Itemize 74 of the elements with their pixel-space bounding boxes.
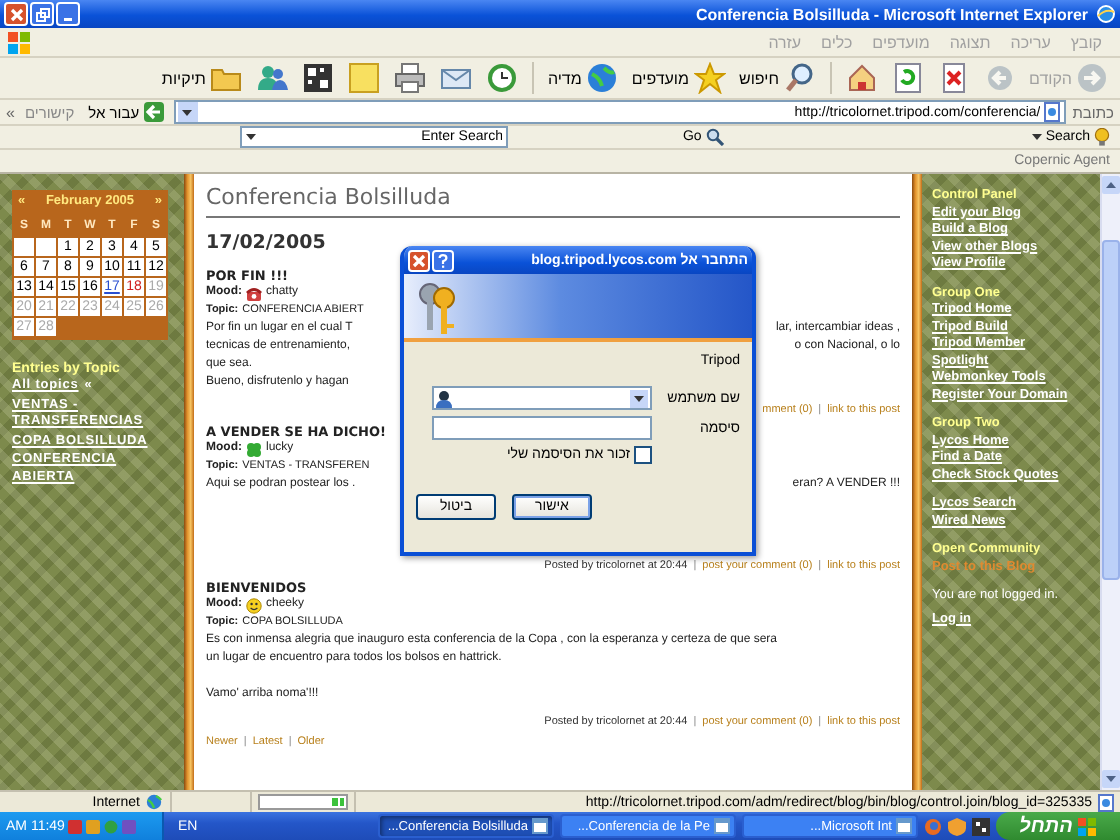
window-icon xyxy=(532,818,548,834)
home-icon xyxy=(845,62,877,94)
folders-button[interactable]: תיקיות xyxy=(157,60,246,96)
shield-icon[interactable] xyxy=(948,817,966,835)
help-button[interactable] xyxy=(432,249,454,271)
grid-icon[interactable] xyxy=(972,817,990,835)
window-title: Conferencia Bolsilluda - Microsoft Internet Explorer xyxy=(695,5,1088,23)
go-arrow-icon xyxy=(143,102,164,122)
grid-icon xyxy=(301,62,334,94)
refresh-icon xyxy=(891,62,923,94)
dropdown-button[interactable] xyxy=(630,389,648,407)
menu-item[interactable]: עריכה xyxy=(1000,33,1061,51)
blog-title: Conferencia Bolsilluda xyxy=(206,184,900,218)
phone-icon xyxy=(246,285,262,301)
scrollbar-thumb[interactable] xyxy=(1102,240,1120,580)
menu-item[interactable]: כלים xyxy=(811,33,863,51)
close-button[interactable] xyxy=(4,2,28,26)
minimize-button[interactable] xyxy=(56,2,80,26)
flag-icon xyxy=(1078,817,1097,835)
scroll-down-button[interactable] xyxy=(1102,770,1120,788)
print-button[interactable] xyxy=(389,60,430,96)
smiley-icon xyxy=(246,597,262,613)
restore-button[interactable] xyxy=(30,2,54,26)
checkbox[interactable] xyxy=(634,446,652,464)
user-icon xyxy=(436,389,452,407)
restore-icon xyxy=(35,7,49,21)
search-icon xyxy=(783,62,815,94)
star-icon xyxy=(693,62,726,94)
scrollbar[interactable] xyxy=(1100,174,1120,790)
flag-icon xyxy=(8,31,30,53)
post-date: 17/02/2005 xyxy=(206,232,328,254)
close-button[interactable] xyxy=(408,249,430,271)
caret-icon xyxy=(246,134,257,140)
caret-icon xyxy=(634,395,644,401)
up-arrow-icon xyxy=(1106,182,1116,188)
username-field[interactable] xyxy=(432,386,652,410)
stop-icon xyxy=(937,62,969,94)
browser-icon[interactable] xyxy=(924,817,942,835)
media-button[interactable]: מדיה xyxy=(543,60,622,96)
globe-icon xyxy=(146,794,162,810)
people-icon xyxy=(255,62,288,94)
note-icon xyxy=(347,62,380,94)
calendar-cell xyxy=(36,238,56,256)
page-icon xyxy=(1044,102,1063,122)
down-arrow-icon xyxy=(1106,776,1116,782)
menu-item[interactable]: קובץ xyxy=(1060,33,1112,51)
keys-icon xyxy=(416,280,460,336)
printer-icon xyxy=(393,62,426,94)
window-icon xyxy=(714,818,730,834)
page-icon xyxy=(1098,793,1114,811)
dropdown-button[interactable] xyxy=(242,134,261,140)
password-field[interactable] xyxy=(432,416,652,440)
window-icon xyxy=(896,818,912,834)
menu-item[interactable]: תצוגה xyxy=(939,33,1001,51)
globe-icon xyxy=(585,62,618,94)
calendar-cell xyxy=(14,238,34,256)
search-button[interactable]: חיפוש xyxy=(735,60,819,96)
caret-icon xyxy=(182,109,193,115)
clock-icon xyxy=(485,62,518,94)
caret-icon xyxy=(1031,134,1042,140)
scroll-up-button[interactable] xyxy=(1102,176,1120,194)
start-button[interactable]: התחל xyxy=(996,812,1120,840)
browser-icon xyxy=(1096,4,1116,24)
clover-icon xyxy=(246,441,262,457)
dropdown-button[interactable] xyxy=(177,102,198,122)
search-icon xyxy=(705,128,724,146)
bulb-icon xyxy=(1094,128,1110,146)
menu-item[interactable]: מועדפים xyxy=(862,33,940,51)
chevron: » xyxy=(6,103,15,121)
favorites-button[interactable]: מועדפים xyxy=(627,60,730,96)
menu-item[interactable]: עזרה xyxy=(758,33,812,51)
question-icon xyxy=(438,253,448,267)
close-icon xyxy=(412,253,426,267)
close-icon xyxy=(9,7,23,21)
